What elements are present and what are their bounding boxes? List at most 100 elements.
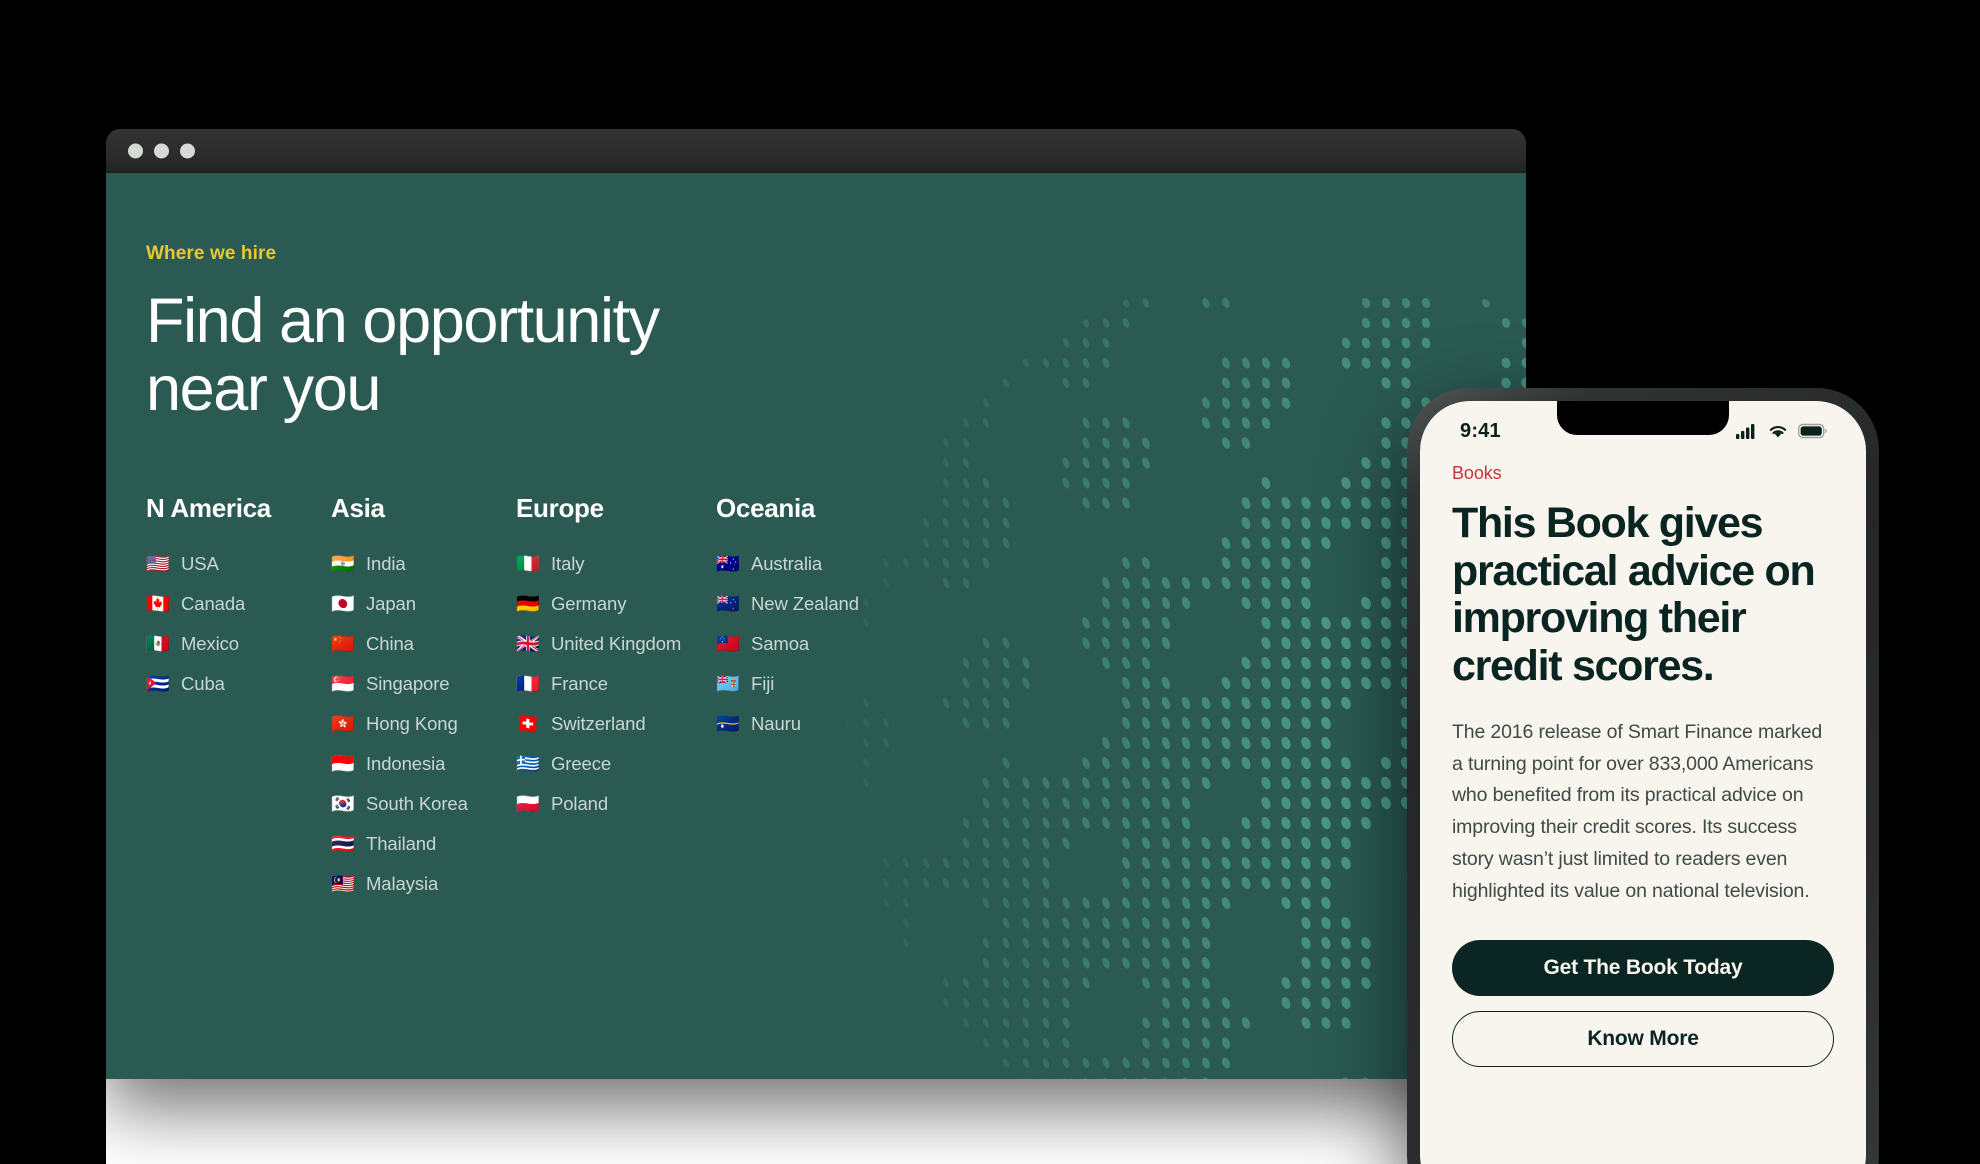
country-label: Thailand bbox=[366, 833, 437, 855]
country-label: Hong Kong bbox=[366, 713, 458, 735]
country-label: Australia bbox=[751, 553, 823, 575]
list-item[interactable]: 🇼🇸 Samoa bbox=[716, 632, 916, 656]
list-item[interactable]: 🇨🇳 China bbox=[331, 632, 516, 656]
flag-icon-united-kingdom: 🇬🇧 bbox=[516, 633, 540, 655]
country-label: Italy bbox=[551, 553, 585, 575]
region-title: Asia bbox=[331, 493, 385, 524]
list-item[interactable]: 🇨🇦 Canada bbox=[146, 592, 331, 616]
flag-icon-france: 🇫🇷 bbox=[516, 673, 540, 695]
flag-icon-switzerland: 🇨🇭 bbox=[516, 713, 540, 735]
know-more-button[interactable]: Know More bbox=[1452, 1010, 1834, 1067]
browser-title-bar bbox=[106, 129, 1526, 173]
list-item[interactable]: 🇬🇧 United Kingdom bbox=[516, 632, 716, 656]
flag-icon-cuba: 🇨🇺 bbox=[146, 673, 170, 695]
country-label: France bbox=[551, 673, 608, 695]
country-label: Switzerland bbox=[551, 713, 646, 735]
country-label: Nauru bbox=[751, 713, 801, 735]
status-bar-icons bbox=[1736, 423, 1828, 439]
list-item[interactable]: 🇰🇷 South Korea bbox=[331, 792, 516, 816]
cta-button-group: Get The Book Today Know More bbox=[1452, 939, 1834, 1067]
page-title: Find an opportunity near you bbox=[146, 286, 660, 425]
flag-icon-nauru: 🇳🇷 bbox=[716, 713, 740, 735]
country-label: Cuba bbox=[181, 673, 225, 695]
list-item[interactable]: 🇵🇱 Poland bbox=[516, 792, 716, 816]
flag-icon-malaysia: 🇲🇾 bbox=[331, 873, 355, 895]
list-item[interactable]: 🇳🇿 New Zealand bbox=[716, 592, 916, 616]
minimize-dot-icon[interactable] bbox=[154, 143, 169, 158]
flag-icon-india: 🇮🇳 bbox=[331, 553, 355, 575]
flag-icon-thailand: 🇹🇭 bbox=[331, 833, 355, 855]
country-label: South Korea bbox=[366, 793, 468, 815]
flag-icon-fiji: 🇫🇯 bbox=[716, 673, 740, 695]
regions-grid: N America 🇺🇸 USA 🇨🇦 Canada 🇲🇽 Mexico 🇨🇺 … bbox=[106, 493, 1526, 912]
flag-icon-samoa: 🇼🇸 bbox=[716, 633, 740, 655]
country-label: Singapore bbox=[366, 673, 450, 695]
hero-section: Where we hire Find an opportunity near y… bbox=[106, 173, 1526, 423]
list-item[interactable]: 🇫🇷 France bbox=[516, 672, 716, 696]
flag-icon-china: 🇨🇳 bbox=[331, 633, 355, 655]
flag-icon-indonesia: 🇮🇩 bbox=[331, 753, 355, 775]
flag-icon-germany: 🇩🇪 bbox=[516, 593, 540, 615]
country-label: United Kingdom bbox=[551, 633, 682, 655]
region-column-asia: Asia 🇮🇳 India 🇯🇵 Japan 🇨🇳 China � bbox=[331, 493, 516, 912]
list-item[interactable]: 🇹🇭 Thailand bbox=[331, 832, 516, 856]
list-item[interactable]: 🇫🇯 Fiji bbox=[716, 672, 916, 696]
list-item[interactable]: 🇨🇭 Switzerland bbox=[516, 712, 716, 736]
battery-icon bbox=[1798, 423, 1827, 439]
list-item[interactable]: 🇩🇪 Germany bbox=[516, 592, 716, 616]
hero-eyebrow: Where we hire bbox=[146, 243, 277, 264]
flag-icon-greece: 🇬🇷 bbox=[516, 753, 540, 775]
list-item[interactable]: 🇺🇸 USA bbox=[146, 552, 331, 576]
country-label: Canada bbox=[181, 593, 246, 615]
region-column-n-america: N America 🇺🇸 USA 🇨🇦 Canada 🇲🇽 Mexico 🇨🇺 … bbox=[146, 493, 331, 912]
country-label: Japan bbox=[366, 593, 416, 615]
flag-icon-italy: 🇮🇹 bbox=[516, 553, 540, 575]
flag-icon-usa: 🇺🇸 bbox=[146, 553, 170, 575]
country-label: Poland bbox=[551, 793, 609, 815]
flag-icon-canada: 🇨🇦 bbox=[146, 593, 170, 615]
list-item[interactable]: 🇲🇾 Malaysia bbox=[331, 872, 516, 896]
country-label: Germany bbox=[551, 593, 627, 615]
list-item[interactable]: 🇸🇬 Singapore bbox=[331, 672, 516, 696]
screenshot-stage: Where we hire Find an opportunity near y… bbox=[0, 0, 1980, 1164]
country-label: Fiji bbox=[751, 673, 775, 695]
list-item[interactable]: 🇮🇩 Indonesia bbox=[331, 752, 516, 776]
maximize-dot-icon[interactable] bbox=[180, 143, 195, 158]
page-white-section bbox=[106, 1079, 1526, 1164]
list-item[interactable]: 🇯🇵 Japan bbox=[331, 592, 516, 616]
country-label: India bbox=[366, 553, 406, 575]
region-column-europe: Europe 🇮🇹 Italy 🇩🇪 Germany 🇬🇧 United Kin… bbox=[516, 493, 716, 912]
flag-icon-new-zealand: 🇳🇿 bbox=[716, 593, 740, 615]
category-label[interactable]: Books bbox=[1452, 463, 1834, 484]
country-label: Greece bbox=[551, 753, 612, 775]
country-label: Samoa bbox=[751, 633, 810, 655]
flag-icon-japan: 🇯🇵 bbox=[331, 593, 355, 615]
country-label: USA bbox=[181, 553, 219, 575]
list-item[interactable]: 🇳🇷 Nauru bbox=[716, 712, 916, 736]
region-title: Oceania bbox=[716, 493, 816, 524]
list-item[interactable]: 🇭🇰 Hong Kong bbox=[331, 712, 516, 736]
list-item[interactable]: 🇮🇳 India bbox=[331, 552, 516, 576]
flag-icon-hong-kong: 🇭🇰 bbox=[331, 713, 355, 735]
region-title: Europe bbox=[516, 493, 604, 524]
list-item[interactable]: 🇦🇺 Australia bbox=[716, 552, 916, 576]
country-label: China bbox=[366, 633, 414, 655]
cellular-signal-icon bbox=[1736, 424, 1755, 439]
country-label: New Zealand bbox=[751, 593, 859, 615]
list-item[interactable]: 🇮🇹 Italy bbox=[516, 552, 716, 576]
region-title: N America bbox=[146, 493, 271, 524]
flag-icon-mexico: 🇲🇽 bbox=[146, 633, 170, 655]
flag-icon-singapore: 🇸🇬 bbox=[331, 673, 355, 695]
flag-icon-south-korea: 🇰🇷 bbox=[331, 793, 355, 815]
list-item[interactable]: 🇲🇽 Mexico bbox=[146, 632, 331, 656]
country-label: Indonesia bbox=[366, 753, 446, 775]
get-the-book-today-button[interactable]: Get The Book Today bbox=[1452, 939, 1834, 996]
browser-window: Where we hire Find an opportunity near y… bbox=[106, 129, 1526, 1079]
list-item[interactable]: 🇨🇺 Cuba bbox=[146, 672, 331, 696]
window-traffic-lights[interactable] bbox=[128, 143, 195, 158]
flag-icon-australia: 🇦🇺 bbox=[716, 553, 740, 575]
country-label: Malaysia bbox=[366, 873, 439, 895]
list-item[interactable]: 🇬🇷 Greece bbox=[516, 752, 716, 776]
close-dot-icon[interactable] bbox=[128, 143, 143, 158]
browser-viewport: Where we hire Find an opportunity near y… bbox=[106, 173, 1526, 1079]
